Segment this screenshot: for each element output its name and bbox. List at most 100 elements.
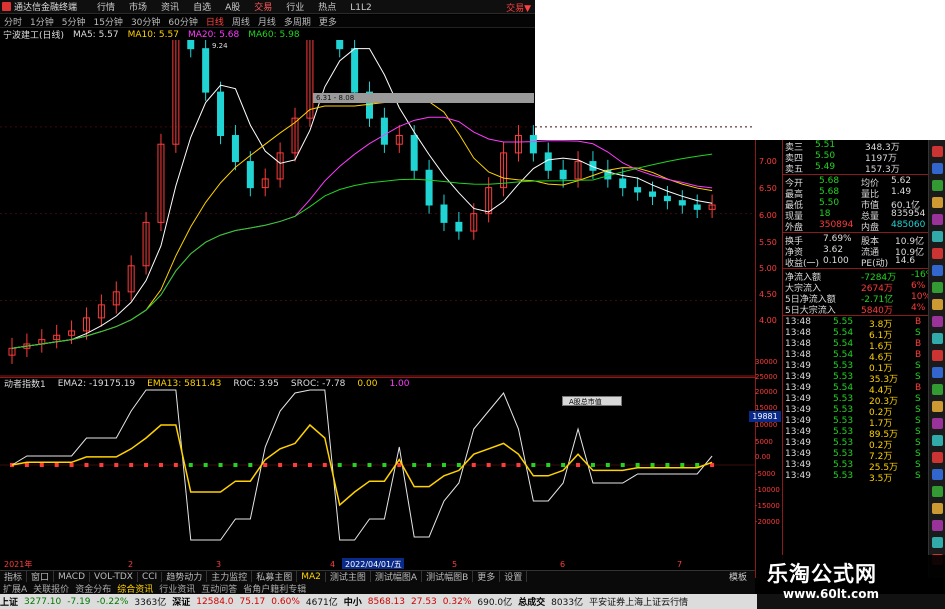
index-value-0: 3277.10 (24, 596, 62, 607)
info-tab-5[interactable]: 互动问答 (198, 582, 240, 595)
template-button[interactable]: 模板 (725, 571, 751, 582)
tool-icon[interactable] (932, 316, 943, 327)
indicator-tab-0[interactable]: 指标 (0, 571, 28, 582)
tool-icon[interactable] (932, 469, 943, 480)
menu-item-6[interactable]: 行业 (286, 3, 304, 13)
indicator-tab-3[interactable]: VOL-TDX (90, 571, 138, 582)
period-10[interactable]: 更多 (319, 15, 337, 28)
period-2[interactable]: 5分钟 (62, 15, 86, 28)
osc-marker-15 (233, 463, 238, 467)
date-label-1: 2 (128, 560, 133, 569)
indicator-tab-12[interactable]: 更多 (473, 571, 501, 582)
info-tab-6[interactable]: 省角户籍利专辑 (240, 582, 309, 595)
tool-icon[interactable] (932, 384, 943, 395)
candle-body-15 (231, 135, 239, 163)
tool-icon[interactable] (932, 163, 943, 174)
period-8[interactable]: 月线 (258, 15, 276, 28)
panel-separator (783, 174, 928, 175)
osc-marker-17 (263, 463, 268, 467)
date-label-3: 4 (330, 560, 335, 569)
oscillator-chart[interactable]: 2021年 2 3 4 5 6 7 2022/04/01/五 (0, 389, 755, 570)
indicator-tab-5[interactable]: 趋势动力 (162, 571, 208, 582)
osc-tick-1: 25000 (755, 373, 778, 381)
kline-chart[interactable] (0, 40, 755, 377)
tick-side: B (915, 339, 922, 349)
tool-icon[interactable] (932, 350, 943, 361)
period-5[interactable]: 60分钟 (168, 15, 197, 28)
info-tab-4[interactable]: 行业资讯 (156, 582, 198, 595)
tool-icon[interactable] (932, 265, 943, 276)
tool-icon[interactable] (932, 486, 943, 497)
tool-icon[interactable] (932, 146, 943, 157)
period-7[interactable]: 周线 (232, 15, 250, 28)
quote-panel: 卖三 5.51 348.3万 卖四 5.50 1197万 卖五 5.49 157.3万 今开 5.6… (782, 140, 928, 578)
indicator-tab-8[interactable]: MA2 (297, 571, 326, 582)
menu-item-8[interactable]: L1L2 (350, 3, 371, 13)
tool-icon[interactable] (932, 282, 943, 293)
tool-icon[interactable] (932, 197, 943, 208)
tool-icon[interactable] (932, 520, 943, 531)
menu-item-3[interactable]: 自选 (193, 3, 211, 13)
osc-marker-12 (188, 463, 193, 467)
info-tab-3[interactable]: 综合资讯 (114, 582, 156, 595)
indicator-tab-2[interactable]: MACD (54, 571, 91, 582)
osc-marker-19 (293, 463, 298, 467)
tick-price: 5.53 (833, 460, 854, 470)
tool-icon[interactable] (932, 333, 943, 344)
indicator-tab-13[interactable]: 设置 (500, 571, 528, 582)
tick-price: 5.53 (833, 372, 854, 382)
tick-time: 13:49 (785, 394, 811, 404)
period-3[interactable]: 15分钟 (93, 15, 122, 28)
indicator-tab-11[interactable]: 测试幅图B (422, 571, 474, 582)
info-tab-0[interactable]: 扩展A (0, 582, 30, 595)
tool-icon[interactable] (932, 452, 943, 463)
info-tab-2[interactable]: 资金分布 (72, 582, 114, 595)
info-tab-1[interactable]: 关联报价 (30, 582, 72, 595)
period-9[interactable]: 多周期 (284, 15, 311, 28)
tick-time: 13:49 (785, 471, 811, 481)
osc-marker-9 (144, 463, 149, 467)
fund-row: 换手 7.69% 股本 10.9亿 (783, 234, 928, 247)
tool-icon[interactable] (932, 401, 943, 412)
tool-icon[interactable] (932, 435, 943, 446)
tick-time: 13:48 (785, 317, 811, 327)
tool-icon[interactable] (932, 418, 943, 429)
menu-item-7[interactable]: 热点 (318, 3, 336, 13)
tool-icon[interactable] (932, 231, 943, 242)
tick-row: 13:49 5.54 4.4万 B (783, 383, 928, 396)
tick-side: S (915, 438, 921, 448)
tool-icon[interactable] (932, 248, 943, 259)
menu-item-1[interactable]: 市场 (129, 3, 147, 13)
tool-icon[interactable] (932, 299, 943, 310)
osc-marker-25 (382, 463, 387, 467)
ma40-line (11, 153, 713, 349)
candle-body-13 (202, 48, 210, 93)
period-6[interactable]: 日线 (206, 15, 224, 28)
tool-icon[interactable] (932, 214, 943, 225)
tick-row: 13:49 5.53 89.5万 S (783, 427, 928, 440)
tool-icon[interactable] (932, 180, 943, 191)
indicator-tab-9[interactable]: 测试主图 (326, 571, 371, 582)
tool-icon[interactable] (932, 503, 943, 514)
ma10-line (11, 95, 713, 349)
tick-price: 5.53 (833, 416, 854, 426)
indicator-tab-7[interactable]: 私募主图 (252, 571, 298, 582)
menu-item-4[interactable]: A股 (225, 3, 240, 13)
menu-item-5[interactable]: 交易 (254, 3, 272, 13)
menu-item-2[interactable]: 资讯 (161, 3, 179, 13)
menu-item-0[interactable]: 行情 (97, 3, 115, 13)
indicator-tab-1[interactable]: 窗口 (27, 571, 55, 582)
indicator-tab-6[interactable]: 主力监控 (207, 571, 253, 582)
tool-icon[interactable] (932, 537, 943, 548)
tool-icon[interactable] (932, 367, 943, 378)
period-1[interactable]: 1分钟 (30, 15, 54, 28)
price-tick-3: 5.50 (759, 238, 777, 247)
fund-row: 净资 3.62 流通 10.9亿 (783, 245, 928, 258)
tick-price: 5.55 (833, 317, 854, 327)
indicator-tab-10[interactable]: 测试幅图A (371, 571, 423, 582)
osc-marker-1 (24, 463, 29, 467)
trade-menu[interactable]: 交易▼ (506, 1, 531, 13)
indicator-tab-4[interactable]: CCI (138, 571, 163, 582)
period-0[interactable]: 分时 (4, 15, 22, 28)
period-4[interactable]: 30分钟 (131, 15, 160, 28)
